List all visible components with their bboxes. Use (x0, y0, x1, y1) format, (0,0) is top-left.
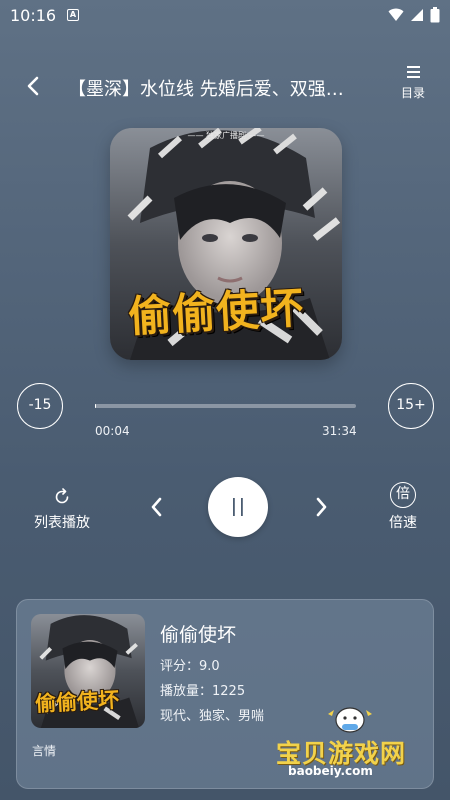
album-title: 偷偷使坏 (160, 624, 237, 646)
speed-label: 倍速 (389, 515, 417, 531)
back-arrow-icon[interactable] (20, 72, 48, 100)
play-pause-button[interactable] (208, 477, 268, 537)
cover-art: —— 独家广播剧 —— 偷偷使坏 (110, 128, 342, 360)
elapsed-time: 00:04 (95, 424, 130, 438)
gamepad-mascot-icon (328, 707, 372, 733)
cover-logo-text: 偷偷使坏 (127, 283, 306, 343)
progress-slider[interactable] (95, 404, 356, 408)
album-rating: 评分：9.0 (160, 659, 220, 674)
page-title: 【墨深】水位线 先婚后爱、双强… (68, 79, 344, 100)
total-time: 31:34 (322, 424, 357, 438)
speed-icon: 倍 (390, 482, 416, 508)
status-icons (388, 7, 440, 23)
pause-icon (233, 498, 243, 516)
album-tags: 现代、独家、男喘 (160, 709, 265, 724)
wifi-icon (388, 8, 404, 21)
notification-a-icon: A (67, 9, 79, 21)
play-mode-button[interactable]: 列表播放 (24, 488, 100, 532)
status-time: 10:16 (10, 6, 57, 25)
status-bar: 10:16 A (0, 0, 450, 30)
thumbnail-logo-text: 偷偷使坏 (34, 687, 120, 717)
album-play-count: 播放量：1225 (160, 684, 246, 699)
battery-icon (430, 7, 440, 23)
watermark-url: baobeiy.com (288, 764, 373, 778)
speed-button[interactable]: 倍 倍速 (380, 482, 426, 532)
album-thumbnail: 偷偷使坏 (31, 614, 145, 728)
list-icon (406, 66, 420, 78)
album-category: 言情 (32, 744, 57, 758)
skip-back-button[interactable]: -15 (17, 383, 63, 429)
repeat-icon (55, 488, 69, 504)
play-mode-label: 列表播放 (34, 515, 90, 531)
chevron-left-icon[interactable] (147, 495, 167, 519)
signal-icon (411, 9, 423, 21)
toc-label: 目录 (400, 86, 425, 100)
toc-button[interactable]: 目录 (394, 66, 432, 101)
chevron-right-icon[interactable] (311, 495, 331, 519)
skip-forward-button[interactable]: 15+ (388, 383, 434, 429)
progress-fill (95, 404, 96, 408)
cover-banner: —— 独家广播剧 —— (187, 131, 265, 140)
watermark: 宝贝游戏网 baobeiy.com (272, 700, 432, 790)
